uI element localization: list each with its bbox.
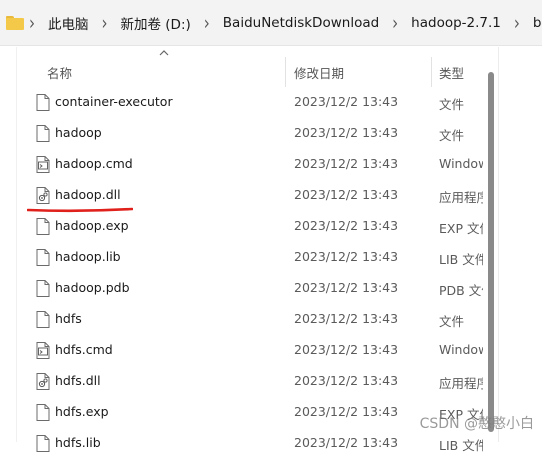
file-row[interactable]: hdfs.exp2023/12/2 13:43EXP 文件 <box>17 397 483 428</box>
breadcrumb-separator: › <box>392 10 399 35</box>
file-name[interactable]: container-executor <box>55 94 173 109</box>
file-type: 文件 <box>439 128 465 143</box>
file-type: 文件 <box>439 314 465 329</box>
file-type: LIB 文件 <box>439 438 483 453</box>
file-type: EXP 文件 <box>439 221 483 236</box>
file-modified-date: 2023/12/2 13:43 <box>294 249 399 264</box>
file-name[interactable]: hdfs.lib <box>55 435 101 450</box>
file-modified-date: 2023/12/2 13:43 <box>294 218 399 233</box>
file-modified-date: 2023/12/2 13:43 <box>294 435 399 450</box>
file-name[interactable]: hdfs <box>55 311 82 326</box>
sort-ascending-icon <box>159 50 169 56</box>
breadcrumb-item-this-pc[interactable]: 此电脑 <box>48 13 89 33</box>
file-row[interactable]: hadoop.cmd 2023/12/2 13:43 Windows <box>17 149 483 180</box>
file-name[interactable]: hadoop.pdb <box>55 280 130 295</box>
dll-file-icon <box>36 187 50 204</box>
red-underline-annotation <box>27 207 133 213</box>
breadcrumb: › 此电脑 › 新加卷 (D:) › BaiduNetdiskDownload … <box>0 0 542 46</box>
column-header-type[interactable]: 类型 <box>439 63 464 82</box>
file-name[interactable]: hdfs.exp <box>55 404 109 419</box>
details-pane <box>498 47 542 442</box>
blank-file-icon <box>36 311 50 328</box>
breadcrumb-separator: › <box>203 10 210 35</box>
file-type: LIB 文件 <box>439 252 483 267</box>
breadcrumb-item-baidunetdiskdownload[interactable]: BaiduNetdiskDownload <box>223 15 379 31</box>
file-name[interactable]: hadoop.dll <box>55 187 121 202</box>
file-type: Windows <box>439 342 483 357</box>
blank-file-icon <box>36 125 50 142</box>
cmd-file-icon <box>36 156 50 173</box>
file-row[interactable]: hdfs.dll 2023/12/2 13:43 应用程序 <box>17 366 483 397</box>
file-modified-date: 2023/12/2 13:43 <box>294 311 399 326</box>
file-row[interactable]: hadoop 2023/12/2 13:43 文件 <box>17 118 483 149</box>
breadcrumb-separator: › <box>513 10 520 35</box>
vertical-scrollbar[interactable] <box>484 47 498 442</box>
column-header-modified[interactable]: 修改日期 <box>294 63 344 82</box>
blank-file-icon <box>36 249 50 266</box>
file-modified-date: 2023/12/2 13:43 <box>294 404 399 419</box>
file-row[interactable]: hdfs.cmd 2023/12/2 13:43 Windows <box>17 335 483 366</box>
file-type: 文件 <box>439 97 465 112</box>
file-modified-date: 2023/12/2 13:43 <box>294 187 399 202</box>
file-modified-date: 2023/12/2 13:43 <box>294 94 399 109</box>
blank-file-icon <box>36 94 50 111</box>
scrollbar-thumb[interactable] <box>488 72 494 432</box>
navigation-pane <box>0 47 17 442</box>
dll-file-icon <box>36 373 50 390</box>
file-type: PDB 文件 <box>439 283 483 298</box>
file-name[interactable]: hdfs.cmd <box>55 342 113 357</box>
breadcrumb-item-hadoop[interactable]: hadoop-2.7.1 <box>411 15 501 31</box>
file-row[interactable]: hadoop.exp 2023/12/2 13:43 EXP 文件 <box>17 211 483 242</box>
breadcrumb-separator: › <box>29 10 35 35</box>
file-name[interactable]: hadoop.exp <box>55 218 129 233</box>
column-header: 名称 修改日期 类型 <box>17 47 542 87</box>
file-name[interactable]: hdfs.dll <box>55 373 101 388</box>
file-row[interactable]: hadoop.lib 2023/12/2 13:43 LIB 文件 <box>17 242 483 273</box>
breadcrumb-separator: › <box>101 10 108 35</box>
file-modified-date: 2023/12/2 13:43 <box>294 125 399 140</box>
file-row[interactable]: hadoop.pdb 2023/12/2 13:43 PDB 文件 <box>17 273 483 304</box>
file-modified-date: 2023/12/2 13:43 <box>294 280 399 295</box>
column-header-name[interactable]: 名称 <box>47 63 72 82</box>
blank-file-icon <box>36 280 50 297</box>
file-modified-date: 2023/12/2 13:43 <box>294 342 399 357</box>
file-modified-date: 2023/12/2 13:43 <box>294 156 399 171</box>
file-type: 应用程序 <box>439 376 483 391</box>
blank-file-icon <box>36 435 50 452</box>
file-type: Windows <box>439 156 483 171</box>
file-name[interactable]: hadoop <box>55 125 102 140</box>
breadcrumb-item-drive-d[interactable]: 新加卷 (D:) <box>121 13 191 33</box>
blank-file-icon <box>36 404 50 421</box>
file-name[interactable]: hadoop.cmd <box>55 156 133 171</box>
watermark: CSDN @憨憨小白 <box>419 416 534 432</box>
file-row[interactable]: container-executor 2023/12/2 13:43 文件 <box>17 87 483 118</box>
blank-file-icon <box>36 218 50 235</box>
cmd-file-icon <box>36 342 50 359</box>
column-divider[interactable] <box>285 57 286 87</box>
breadcrumb-item-bin[interactable]: bin <box>533 15 542 31</box>
file-modified-date: 2023/12/2 13:43 <box>294 373 399 388</box>
file-type: 应用程序 <box>439 190 483 205</box>
file-name[interactable]: hadoop.lib <box>55 249 121 264</box>
file-row[interactable]: hdfs.lib 2023/12/2 13:43 LIB 文件 <box>17 428 483 459</box>
column-divider[interactable] <box>431 57 432 87</box>
file-row[interactable]: hdfs 2023/12/2 13:43 文件 <box>17 304 483 335</box>
